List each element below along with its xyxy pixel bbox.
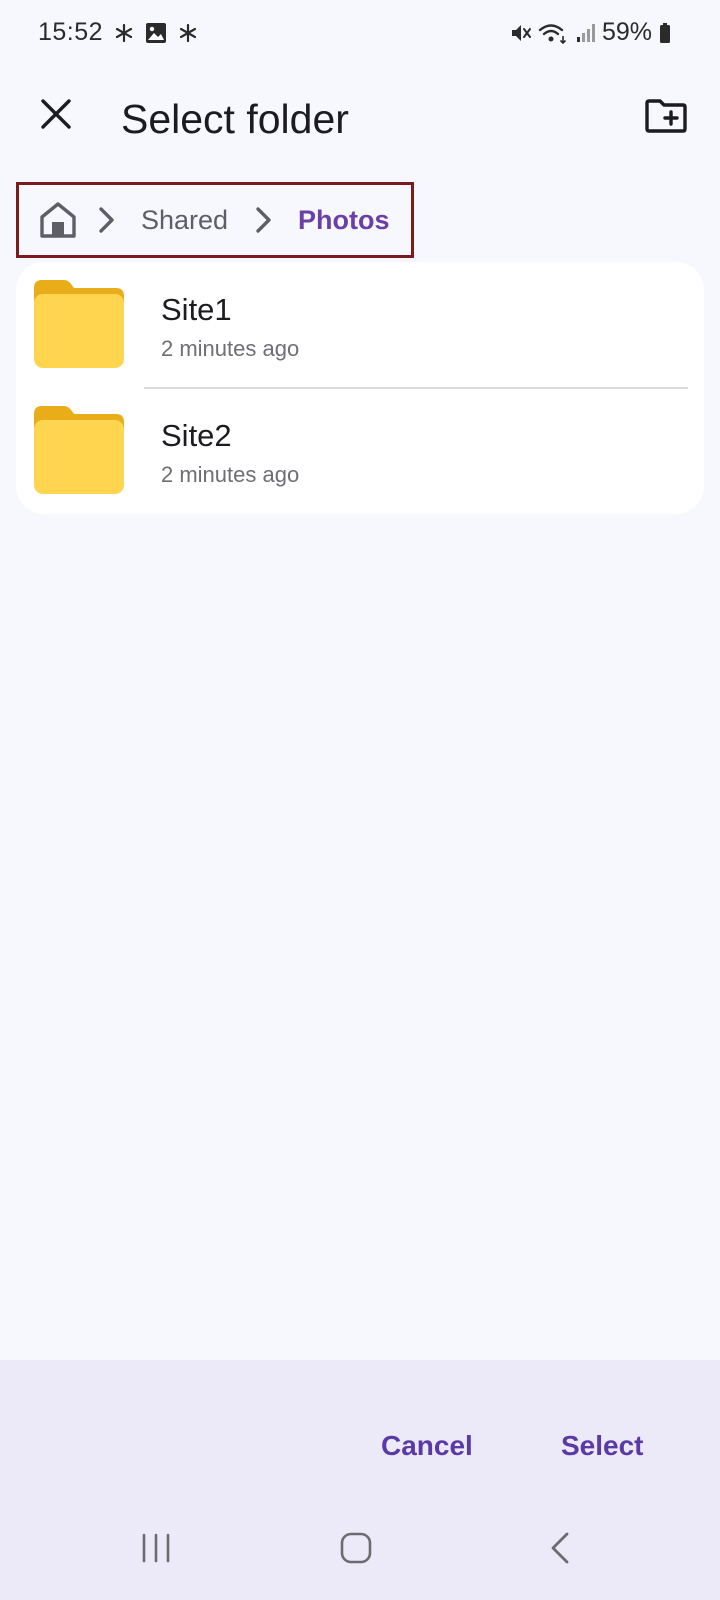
mute-icon bbox=[510, 22, 532, 44]
battery-percent: 59% bbox=[601, 18, 652, 46]
wifi-icon bbox=[538, 22, 568, 44]
folder-modified: 2 minutes ago bbox=[161, 336, 300, 361]
folder-icon bbox=[34, 280, 124, 368]
status-left: 15:52 bbox=[38, 18, 199, 47]
top-app-bar: Select folder bbox=[0, 80, 720, 160]
home-nav-icon bbox=[340, 1532, 372, 1569]
status-bar: 15:52 59% bbox=[0, 0, 720, 68]
folder-modified: 2 minutes ago bbox=[161, 462, 300, 487]
close-icon bbox=[40, 98, 72, 135]
cancel-button[interactable]: Cancel bbox=[381, 1430, 473, 1462]
folder-list: Site1 2 minutes ago Site2 2 minutes ago bbox=[16, 262, 704, 514]
page-title: Select folder bbox=[121, 96, 349, 142]
system-nav-bar bbox=[0, 1500, 720, 1600]
back-button[interactable] bbox=[530, 1520, 590, 1580]
back-icon bbox=[549, 1531, 571, 1570]
breadcrumb-item-shared[interactable]: Shared bbox=[141, 205, 228, 236]
recent-apps-button[interactable] bbox=[126, 1520, 186, 1580]
folder-icon bbox=[34, 406, 124, 494]
home-icon bbox=[39, 202, 77, 243]
folder-item-site1[interactable]: Site1 2 minutes ago bbox=[16, 262, 704, 389]
asterisk-icon bbox=[177, 22, 199, 44]
close-button[interactable] bbox=[32, 92, 80, 140]
breadcrumb: Shared Photos bbox=[16, 182, 414, 258]
recent-apps-icon bbox=[139, 1533, 173, 1568]
breadcrumb-item-photos[interactable]: Photos bbox=[298, 205, 390, 236]
breadcrumb-home[interactable] bbox=[39, 201, 77, 239]
folder-name: Site1 bbox=[161, 292, 232, 327]
select-button[interactable]: Select bbox=[561, 1430, 644, 1462]
folder-name: Site2 bbox=[161, 418, 232, 453]
home-nav-button[interactable] bbox=[326, 1520, 386, 1580]
new-folder-icon bbox=[645, 98, 687, 138]
chevron-right-icon bbox=[97, 205, 117, 235]
folder-item-site2[interactable]: Site2 2 minutes ago bbox=[16, 388, 704, 514]
status-time: 15:52 bbox=[38, 18, 104, 46]
status-right: 59% bbox=[510, 18, 672, 47]
battery-icon bbox=[658, 22, 672, 44]
image-icon bbox=[145, 22, 167, 44]
new-folder-button[interactable] bbox=[640, 94, 692, 142]
asterisk-icon bbox=[113, 22, 135, 44]
signal-icon bbox=[574, 22, 596, 44]
chevron-right-icon bbox=[254, 205, 274, 235]
